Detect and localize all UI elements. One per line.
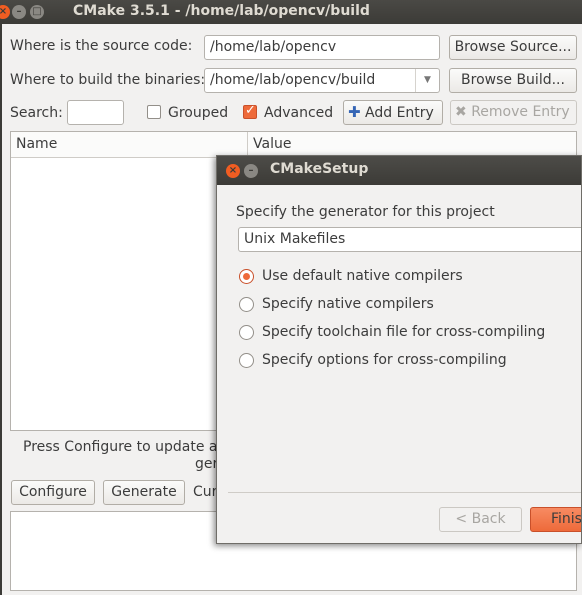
configure-button[interactable]: Configure <box>11 480 95 505</box>
generator-prompt: Specify the generator for this project <box>236 204 495 220</box>
remove-entry-button[interactable]: ✖ Remove Entry <box>450 100 577 125</box>
remove-entry-label: Remove Entry <box>471 104 570 120</box>
dialog-title: CMakeSetup <box>270 161 369 177</box>
option-cross-options[interactable]: Specify options for cross-compiling <box>262 352 507 368</box>
browse-build-button[interactable]: Browse Build... <box>449 68 577 93</box>
finish-button[interactable]: Finis <box>530 507 581 532</box>
generator-combo[interactable]: Unix Makefiles <box>238 227 581 252</box>
window-titlebar: × – □ CMake 3.5.1 - /home/lab/opencv/bui… <box>0 0 582 24</box>
window-title: CMake 3.5.1 - /home/lab/opencv/build <box>73 3 370 19</box>
build-path-value: /home/lab/opencv/build <box>210 72 376 88</box>
current-generator-label: Cur <box>193 484 218 500</box>
option-native-compilers[interactable]: Specify native compilers <box>262 296 434 312</box>
dialog-close-icon[interactable]: × <box>226 164 240 178</box>
plus-icon: ✚ <box>348 103 361 121</box>
search-input[interactable] <box>67 100 124 125</box>
grouped-checkbox[interactable] <box>147 105 161 119</box>
radio-default-compilers[interactable] <box>239 269 254 284</box>
close-icon[interactable]: × <box>0 5 10 19</box>
chevron-down-icon[interactable]: ▼ <box>415 69 439 92</box>
x-icon: ✖ <box>455 104 467 120</box>
generate-button[interactable]: Generate <box>103 480 185 505</box>
build-path-combo[interactable]: /home/lab/opencv/build ▼ <box>204 68 440 93</box>
option-default-compilers[interactable]: Use default native compilers <box>262 268 463 284</box>
back-button[interactable]: < Back <box>439 507 522 532</box>
column-header-name[interactable]: Name <box>11 132 248 158</box>
radio-native-compilers[interactable] <box>239 297 254 312</box>
radio-cross-options[interactable] <box>239 353 254 368</box>
dialog-titlebar: × – CMakeSetup <box>217 156 581 185</box>
search-label: Search: <box>10 105 63 121</box>
advanced-checkbox[interactable] <box>243 103 257 119</box>
radio-toolchain-file[interactable] <box>239 325 254 340</box>
source-path-input[interactable]: /home/lab/opencv <box>204 35 440 60</box>
dialog-minimize-icon[interactable]: – <box>244 164 258 178</box>
add-entry-button[interactable]: ✚ Add Entry <box>343 100 443 125</box>
grouped-label: Grouped <box>168 105 229 121</box>
window-left-border <box>0 24 2 595</box>
source-label: Where is the source code: <box>10 38 193 54</box>
status-text-line2: ger <box>195 456 219 472</box>
browse-source-button[interactable]: Browse Source... <box>449 35 577 60</box>
advanced-label: Advanced <box>264 105 334 121</box>
minimize-icon[interactable]: – <box>12 5 26 19</box>
option-toolchain-file[interactable]: Specify toolchain file for cross-compili… <box>262 324 545 340</box>
status-text-line1: Press Configure to update ar <box>23 439 224 455</box>
dialog-separator <box>228 492 581 493</box>
add-entry-label: Add Entry <box>365 105 434 121</box>
maximize-icon[interactable]: □ <box>30 5 44 19</box>
build-label: Where to build the binaries: <box>10 72 206 88</box>
cmake-setup-dialog: × – CMakeSetup Specify the generator for… <box>216 155 582 544</box>
